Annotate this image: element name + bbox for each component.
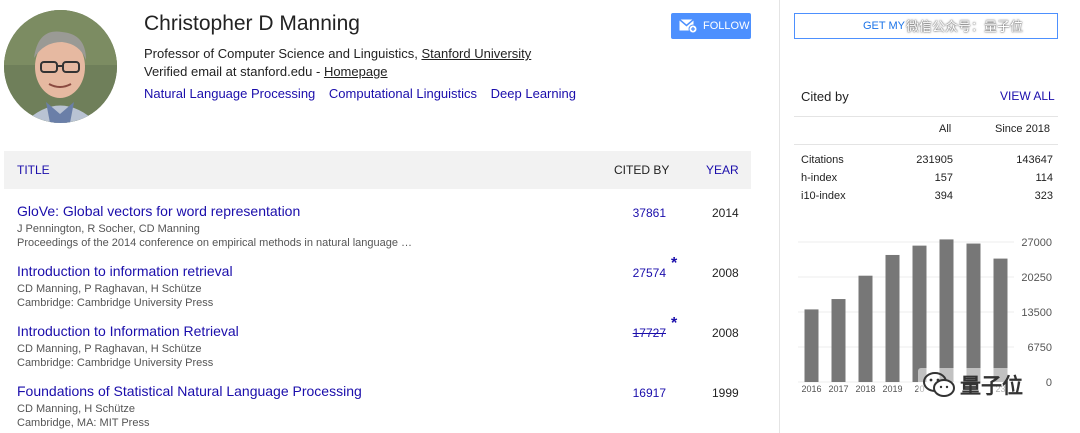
mail-plus-icon <box>679 19 697 33</box>
chart-bar-2021[interactable] <box>939 239 954 382</box>
profile-name: Christopher D Manning <box>144 12 360 35</box>
sort-by-year[interactable]: YEAR <box>706 163 739 177</box>
merged-star[interactable]: * <box>671 255 677 273</box>
follow-label: FOLLOW <box>703 20 750 32</box>
paper-authors: CD Manning, P Raghavan, H Schütze <box>17 283 202 295</box>
paper-title-link[interactable]: GloVe: Global vectors for word represent… <box>17 203 300 219</box>
topic-link[interactable]: Natural Language Processing <box>144 86 315 101</box>
y-tick-label: 13500 <box>1021 307 1052 319</box>
stats-col-all: All <box>939 123 952 135</box>
chart-bar-2022[interactable] <box>966 243 981 382</box>
get-my-label: GET MY <box>863 20 905 32</box>
paper-title-link[interactable]: Introduction to information retrieval <box>17 263 233 279</box>
watermark-top: 微信公众号：量子位 <box>906 19 1024 34</box>
x-tick-label: 2018 <box>855 384 875 394</box>
stats-label: h-index <box>801 172 838 184</box>
paper-authors: CD Manning, P Raghavan, H Schütze <box>17 343 202 355</box>
follow-button[interactable]: FOLLOW <box>671 13 751 39</box>
chart-bar-2019[interactable] <box>885 254 900 382</box>
stats-col-since: Since 2018 <box>995 123 1051 135</box>
column-divider <box>779 0 780 433</box>
table-row: Introduction to Information Retrieval CD… <box>4 315 751 383</box>
wechat-icon <box>923 372 955 397</box>
chart-bar-2020[interactable] <box>912 245 927 382</box>
paper-year: 2008 <box>712 326 739 340</box>
topic-link[interactable]: Computational Linguistics <box>329 86 477 101</box>
watermark-bottom: 量子位 <box>918 368 1027 402</box>
stats-all: 231905 <box>916 154 953 166</box>
email-text: Verified email at stanford.edu - <box>144 64 324 79</box>
paper-year: 2008 <box>712 266 739 280</box>
email-line: Verified email at stanford.edu - Homepag… <box>144 64 388 79</box>
table-header: TITLE CITED BY YEAR <box>4 151 751 189</box>
stats-since: 114 <box>1035 172 1053 184</box>
chart-bar-2018[interactable] <box>858 275 873 382</box>
stats-divider <box>794 116 1058 117</box>
y-tick-label: 27000 <box>1021 237 1052 249</box>
y-tick-label: 6750 <box>1028 342 1052 354</box>
stats-label: Citations <box>801 154 844 166</box>
paper-venue: Cambridge, MA: MIT Press <box>17 417 150 429</box>
chart-bar-2017[interactable] <box>831 299 846 382</box>
stats-since: 323 <box>1034 190 1053 202</box>
affiliation-link[interactable]: Stanford University <box>421 46 531 61</box>
stats-all: 394 <box>934 190 953 202</box>
topic-list: Natural Language Processing Computationa… <box>144 86 586 101</box>
paper-year: 1999 <box>712 386 739 400</box>
x-tick-label: 2016 <box>801 384 821 394</box>
x-tick-label: 2017 <box>828 384 848 394</box>
cited-count-link[interactable]: 27574 <box>604 266 666 280</box>
table-row: GloVe: Global vectors for word represent… <box>4 203 751 263</box>
paper-venue: Cambridge: Cambridge University Press <box>17 357 214 369</box>
cited-count-link[interactable]: 37861 <box>604 206 666 220</box>
stats-row-citations: Citations 231905 143647 <box>801 154 1053 170</box>
watermark-text: 量子位 <box>960 375 1023 398</box>
stats-since: 143647 <box>1016 154 1053 166</box>
paper-authors: CD Manning, H Schütze <box>17 403 135 415</box>
affiliation-text: Professor of Computer Science and Lingui… <box>144 46 422 61</box>
table-row: Foundations of Statistical Natural Langu… <box>4 383 751 433</box>
cited-count-link[interactable]: 16917 <box>604 386 666 400</box>
paper-venue: Cambridge: Cambridge University Press <box>17 297 214 309</box>
stats-all: 157 <box>934 172 953 184</box>
chart-bar-2023[interactable] <box>993 258 1008 382</box>
cited-by-title: Cited by <box>801 89 849 104</box>
affiliation: Professor of Computer Science and Lingui… <box>144 46 531 61</box>
sort-by-title[interactable]: TITLE <box>17 163 50 177</box>
merged-star[interactable]: * <box>671 315 677 333</box>
stats-label: i10-index <box>801 190 846 202</box>
avatar <box>4 10 117 123</box>
stats-divider <box>794 144 1058 145</box>
chart-bar-2016[interactable] <box>804 309 819 382</box>
y-tick-label: 0 <box>1046 377 1052 389</box>
table-row: Introduction to information retrieval CD… <box>4 255 751 323</box>
cited-count-link[interactable]: 17727 <box>604 326 666 340</box>
homepage-link[interactable]: Homepage <box>324 64 388 79</box>
cited-by-header[interactable]: CITED BY <box>614 163 669 177</box>
view-all-link[interactable]: VIEW ALL <box>1000 89 1055 103</box>
paper-year: 2014 <box>712 206 739 220</box>
stats-row-h-index: h-index 157 114 <box>801 172 1053 188</box>
stats-row-i10-index: i10-index 394 323 <box>801 190 1053 206</box>
paper-title-link[interactable]: Introduction to Information Retrieval <box>17 323 239 339</box>
paper-title-link[interactable]: Foundations of Statistical Natural Langu… <box>17 383 362 399</box>
topic-link[interactable]: Deep Learning <box>491 86 576 101</box>
x-tick-label: 2019 <box>882 384 902 394</box>
paper-authors: J Pennington, R Socher, CD Manning <box>17 223 200 235</box>
paper-venue: Proceedings of the 2014 conference on em… <box>17 237 413 249</box>
y-tick-label: 20250 <box>1021 272 1052 284</box>
